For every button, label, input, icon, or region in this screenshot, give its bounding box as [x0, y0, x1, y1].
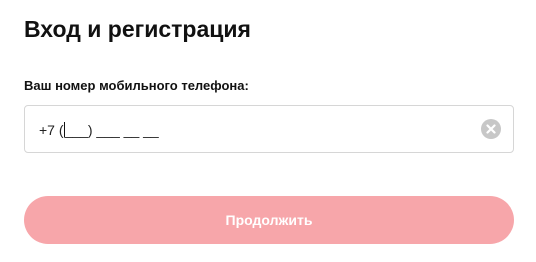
phone-mask: ___) ___ __ __ [64, 122, 159, 138]
continue-button[interactable]: Продолжить [24, 196, 514, 244]
login-registration-form: Вход и регистрация Ваш номер мобильного … [0, 0, 536, 262]
clear-circle-icon[interactable] [481, 119, 501, 139]
phone-prefix: +7 ( [39, 122, 64, 138]
phone-input[interactable]: +7 (___) ___ __ __ [24, 105, 514, 153]
phone-input-value[interactable]: +7 (___) ___ __ __ [39, 121, 159, 139]
phone-field-label: Ваш номер мобильного телефона: [24, 78, 249, 93]
page-title: Вход и регистрация [24, 16, 251, 42]
